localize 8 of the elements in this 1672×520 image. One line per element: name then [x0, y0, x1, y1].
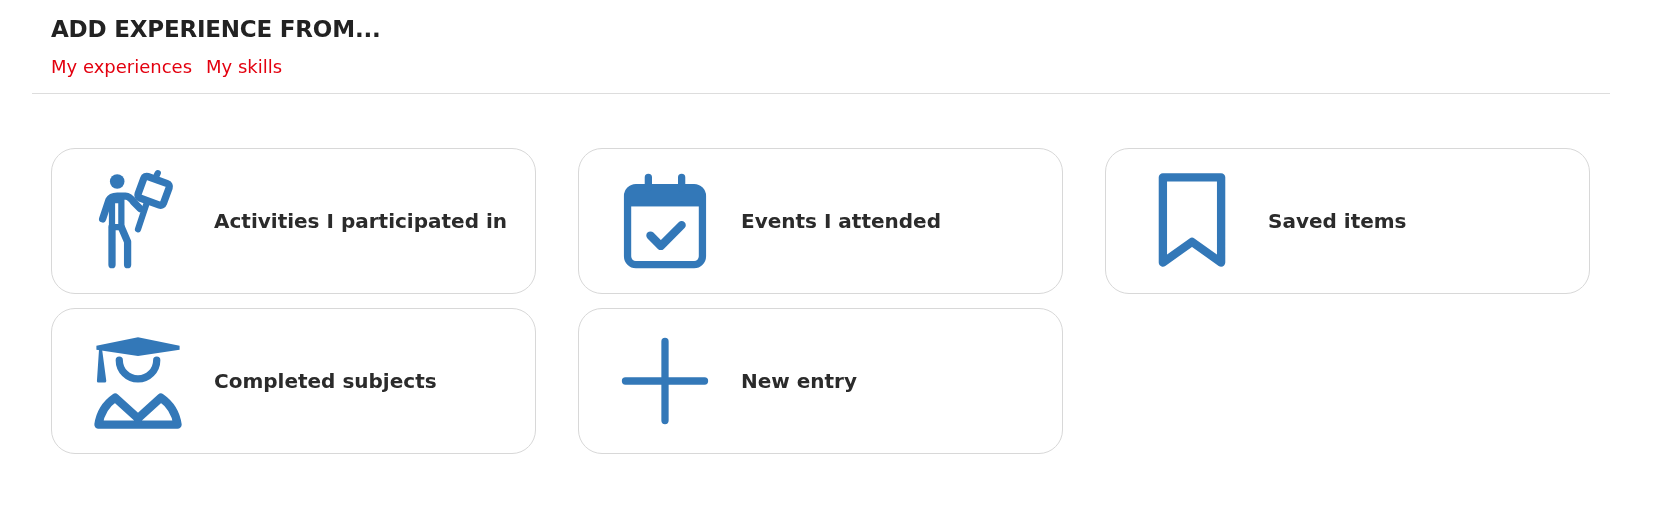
nav-link[interactable]: My skills: [206, 56, 283, 77]
source-card[interactable]: New entry: [578, 308, 1063, 454]
nav-link[interactable]: My experiences: [51, 56, 193, 77]
source-card[interactable]: Completed subjects: [51, 308, 536, 454]
section-title: ADD EXPERIENCE FROM...: [51, 16, 382, 42]
source-card[interactable]: Saved items: [1105, 148, 1590, 294]
source-card[interactable]: Activities I participated in: [51, 148, 536, 294]
source-card[interactable]: Events I attended: [578, 148, 1063, 294]
